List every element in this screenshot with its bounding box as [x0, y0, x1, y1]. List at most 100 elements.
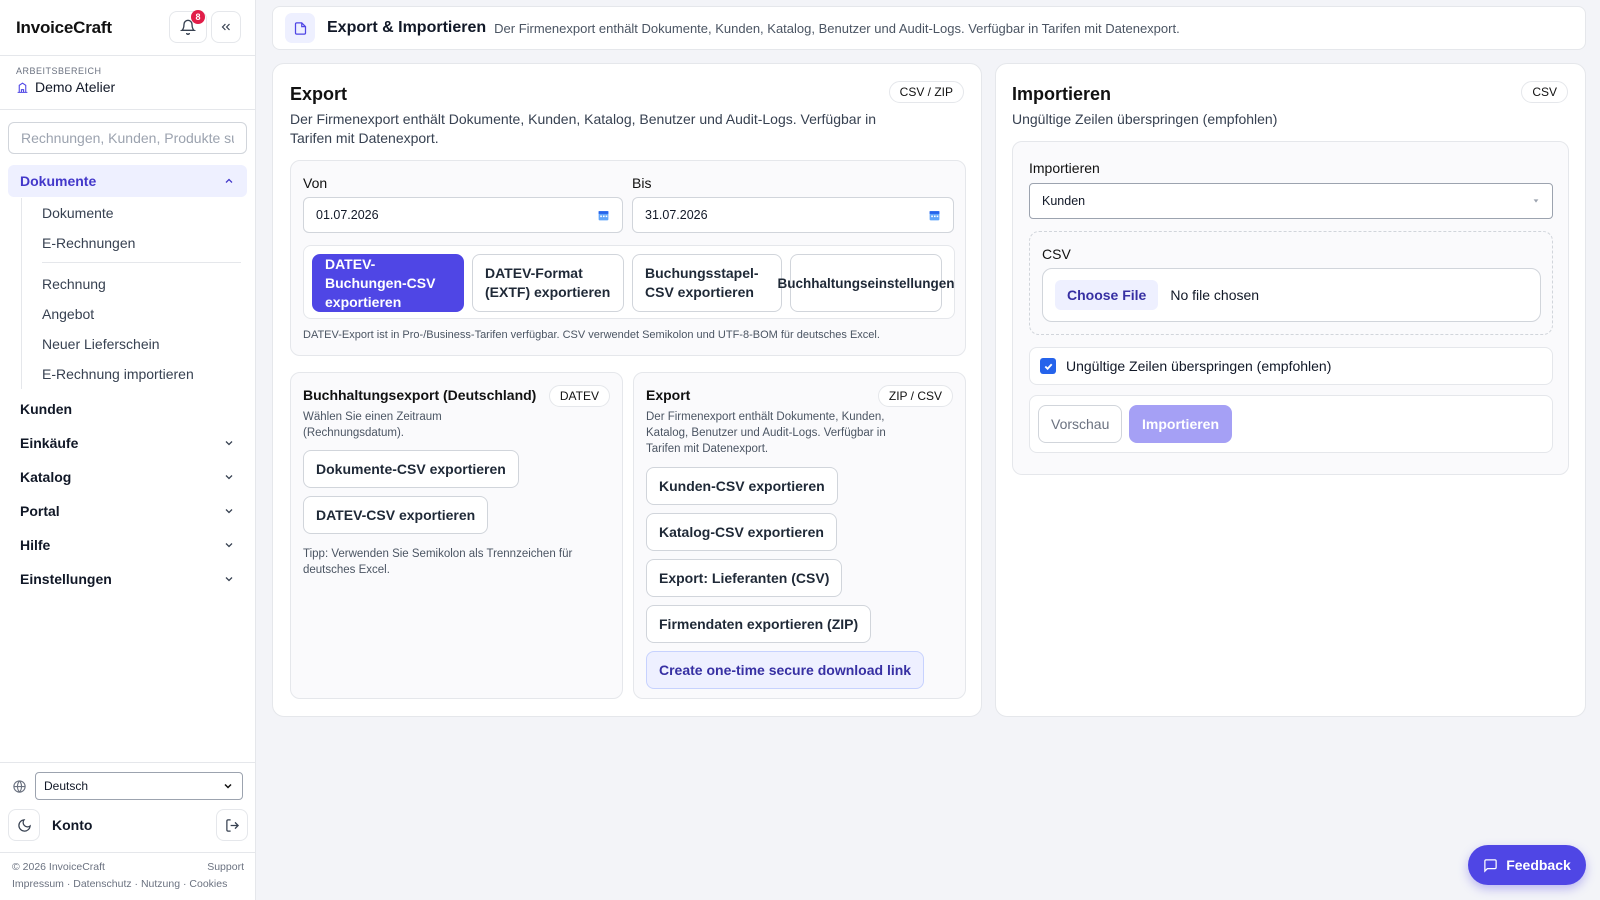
company-data-zip-button[interactable]: Firmendaten exportieren (ZIP) — [646, 605, 872, 643]
theme-toggle-button[interactable] — [8, 809, 40, 841]
page-header: Export & Importieren Der Firmenexport en… — [272, 6, 1586, 50]
datev-date-panel: Von 01.07.2026 Bis 31.07.2026 DATEV-Buch… — [290, 160, 966, 356]
nav-item-label: Portal — [20, 503, 60, 519]
import-title: Importieren — [1012, 84, 1112, 104]
chevron-down-icon — [224, 783, 232, 789]
copyright-text: © 2026 InvoiceCraft — [12, 861, 105, 873]
chevron-down-icon — [225, 543, 233, 548]
workspace-label: ARBEITSBEREICH — [16, 66, 102, 76]
subnav-item-rechnung[interactable]: Rechnung — [22, 269, 241, 299]
collapse-sidebar-button[interactable] — [211, 11, 241, 43]
from-label: Von — [303, 175, 328, 191]
accounting-title: Buchhaltungsexport (Deutschland) — [303, 387, 537, 403]
calendar-icon — [598, 210, 609, 220]
feedback-button[interactable]: Feedback — [1468, 845, 1586, 885]
nav-item-hilfe[interactable]: Hilfe — [8, 529, 247, 561]
file-input[interactable]: Choose File No file chosen — [1042, 268, 1541, 322]
account-row: Konto — [8, 809, 248, 841]
secure-download-link-button[interactable]: Create one-time secure download link — [646, 651, 925, 689]
subnav-item-dokumente[interactable]: Dokumente — [22, 198, 241, 228]
catalog-csv-button[interactable]: Katalog-CSV exportieren — [646, 513, 837, 551]
skip-invalid-label: Ungültige Zeilen überspringen (empfohlen… — [1066, 358, 1332, 374]
subnav-item-angebot[interactable]: Angebot — [22, 299, 241, 329]
brand-logo[interactable]: InvoiceCraft — [16, 18, 112, 38]
building-icon — [17, 82, 28, 93]
chevron-down-icon — [225, 509, 233, 514]
import-button[interactable]: Importieren — [1129, 405, 1233, 443]
subnav-item-e-rechnungen[interactable]: E-Rechnungen — [22, 228, 241, 258]
zip-csv-badge: ZIP / CSV — [877, 385, 953, 407]
csv-badge: CSV — [1521, 81, 1568, 103]
nav-item-label: Einkäufe — [20, 435, 79, 451]
preview-button[interactable]: Vorschau — [1038, 405, 1123, 443]
export-card: Export CSV / ZIP Der Firmenexport enthäl… — [272, 63, 982, 717]
import-type-select[interactable]: Kunden — [1029, 183, 1553, 219]
sidebar-bottom-divider — [0, 762, 256, 763]
booking-batch-csv-button[interactable]: Buchungsstapel-CSV exportieren — [632, 254, 782, 312]
workspace-info: ARBEITSBEREICH Demo Atelier — [0, 56, 255, 110]
from-date-input[interactable]: 01.07.2026 — [303, 197, 623, 233]
import-description: Ungültige Zeilen überspringen (empfohlen… — [1012, 111, 1278, 127]
feedback-label: Feedback — [1506, 857, 1571, 873]
document-icon — [294, 21, 306, 35]
check-icon — [1044, 363, 1052, 370]
nav-item-dokumente[interactable]: Dokumente — [8, 165, 247, 197]
accounting-tip: Tipp: Verwenden Sie Semikolon als Trennz… — [303, 548, 573, 576]
workspace-name-row[interactable]: Demo Atelier — [16, 79, 239, 95]
notifications-button[interactable]: 8 — [169, 10, 207, 43]
nav-item-einstellungen[interactable]: Einstellungen — [8, 563, 247, 595]
export-title: Export — [290, 84, 348, 104]
page-title: Export & Importieren — [327, 19, 487, 36]
language-row: Deutsch — [12, 772, 243, 800]
to-date-value: 31.07.2026 — [645, 208, 708, 222]
company-export-panel: Export ZIP / CSV Der Firmenexport enthäl… — [633, 372, 966, 699]
sidebar-footer: © 2026 InvoiceCraft Support Impressum · … — [0, 852, 256, 890]
support-link[interactable]: Support — [207, 861, 244, 873]
datev-extf-button[interactable]: DATEV-Format (EXTF) exportieren — [472, 254, 624, 312]
datev-bookings-csv-button[interactable]: DATEV-Buchungen-CSV exportieren — [312, 254, 464, 312]
import-actions: Vorschau Importieren — [1029, 395, 1553, 453]
skip-invalid-checkbox[interactable] — [1040, 358, 1056, 374]
choose-file-button[interactable]: Choose File — [1055, 280, 1159, 310]
import-type-value: Kunden — [1042, 194, 1086, 208]
skip-invalid-row[interactable]: Ungültige Zeilen überspringen (empfohlen… — [1029, 347, 1553, 385]
datev-csv-button[interactable]: DATEV-CSV exportieren — [303, 496, 489, 534]
from-date-value: 01.07.2026 — [316, 208, 379, 222]
suppliers-csv-button[interactable]: Export: Lieferanten (CSV) — [646, 559, 843, 597]
nav-item-portal[interactable]: Portal — [8, 495, 247, 527]
chevron-down-icon — [225, 441, 233, 446]
nav-item-katalog[interactable]: Katalog — [8, 461, 247, 493]
accounting-description: Wählen Sie einen Zeitraum (Rechnungsdatu… — [303, 411, 442, 439]
sidebar: InvoiceCraft 8 ARBEITSBEREICH Demo Ateli… — [0, 0, 256, 900]
logout-icon — [225, 818, 239, 832]
accounting-settings-button[interactable]: Buchhaltungseinstellungen — [778, 254, 955, 312]
customers-csv-button[interactable]: Kunden-CSV exportieren — [646, 467, 838, 505]
global-search-input[interactable] — [8, 122, 247, 154]
chevron-up-icon — [225, 178, 233, 183]
import-type-label: Importieren — [1029, 160, 1100, 176]
import-card: Importieren CSV Ungültige Zeilen überspr… — [995, 63, 1586, 717]
export-format-badge: CSV / ZIP — [888, 81, 964, 103]
nav-item-kunden[interactable]: Kunden — [8, 393, 247, 425]
language-select[interactable]: Deutsch — [35, 772, 243, 800]
nav-item-label: Kunden — [20, 401, 73, 417]
nav-item-label: Hilfe — [20, 537, 51, 553]
nav-item-einkaeufe[interactable]: Einkäufe — [8, 427, 247, 459]
to-date-input[interactable]: 31.07.2026 — [632, 197, 954, 233]
chat-icon — [1484, 858, 1497, 873]
page-icon-chip — [285, 13, 315, 43]
account-link[interactable]: Konto — [52, 817, 216, 833]
to-label: Bis — [632, 175, 652, 191]
subnav-item-lieferschein[interactable]: Neuer Lieferschein — [22, 329, 241, 359]
logout-button[interactable] — [216, 809, 248, 841]
calendar-icon — [929, 210, 940, 220]
nav-item-label: Katalog — [20, 469, 72, 485]
company-export-description: Der Firmenexport enthält Dokumente, Kund… — [646, 411, 886, 455]
file-status: No file chosen — [1170, 287, 1260, 303]
globe-icon — [13, 779, 26, 793]
legal-links[interactable]: Impressum · Datenschutz · Nutzung · Cook… — [12, 878, 244, 890]
nav-item-label: Einstellungen — [20, 571, 112, 587]
subnav-item-e-rechnung-importieren[interactable]: E-Rechnung importieren — [22, 359, 241, 389]
documents-csv-button[interactable]: Dokumente-CSV exportieren — [303, 450, 519, 488]
workspace-name: Demo Atelier — [35, 79, 116, 95]
